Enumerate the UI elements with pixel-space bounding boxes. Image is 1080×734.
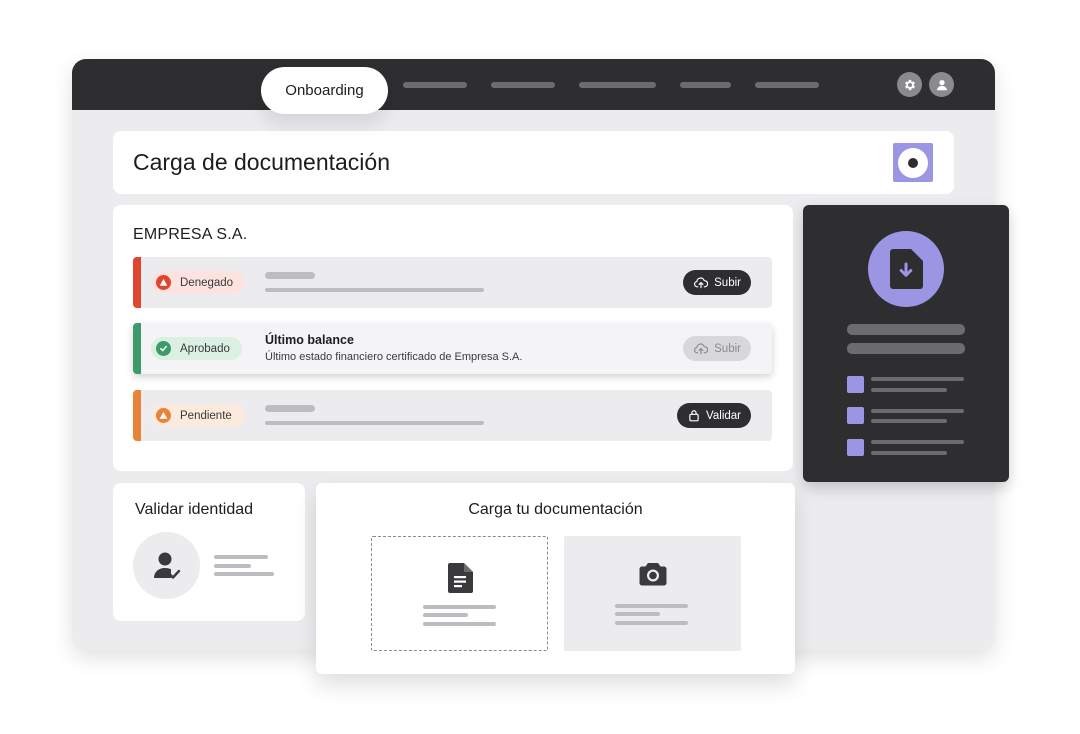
identity-text-placeholder xyxy=(214,555,268,559)
tab-onboarding-label: Onboarding xyxy=(285,82,364,99)
warning-icon xyxy=(156,408,171,423)
status-stripe xyxy=(133,390,141,441)
validate-button-label: Validar xyxy=(706,409,741,422)
checkbox[interactable] xyxy=(847,439,864,456)
title-placeholder xyxy=(265,272,315,279)
identity-text-placeholder xyxy=(214,564,251,568)
description-placeholder xyxy=(265,288,484,292)
upload-cloud-icon xyxy=(694,276,709,288)
status-stripe xyxy=(133,257,141,308)
list-item-line xyxy=(871,451,947,455)
page-title: Carga de documentación xyxy=(133,149,390,175)
checkbox[interactable] xyxy=(847,407,864,424)
nav-item-placeholder[interactable] xyxy=(680,82,731,88)
top-nav-bar xyxy=(72,59,995,110)
document-icon xyxy=(447,563,473,593)
document-title: Último balance xyxy=(265,333,354,347)
brand-logo xyxy=(893,143,933,182)
upload-button-label: Subir xyxy=(714,276,741,289)
upload-button[interactable]: Subir xyxy=(683,270,751,295)
nav-item-placeholder[interactable] xyxy=(403,82,467,88)
nav-item-placeholder[interactable] xyxy=(491,82,555,88)
user-icon[interactable] xyxy=(929,72,954,97)
list-item-line xyxy=(871,419,947,423)
document-row: Aprobado Último balance Último estado fi… xyxy=(133,323,772,374)
document-row: Denegado Subir xyxy=(133,257,772,308)
status-badge: Aprobado xyxy=(151,337,242,360)
warning-icon xyxy=(156,275,171,290)
upload-card: Carga tu documentación xyxy=(316,483,795,674)
check-icon xyxy=(156,341,171,356)
list-item-line xyxy=(871,388,947,392)
validate-button[interactable]: Validar xyxy=(677,403,751,428)
nav-item-placeholder[interactable] xyxy=(579,82,656,88)
checkbox[interactable] xyxy=(847,376,864,393)
camera-capture-zone[interactable] xyxy=(564,536,741,651)
drop-text-placeholder xyxy=(423,605,496,609)
capture-text-placeholder xyxy=(615,621,688,625)
drop-text-placeholder xyxy=(423,622,496,626)
status-label: Denegado xyxy=(180,276,234,289)
status-label: Aprobado xyxy=(180,342,230,355)
status-badge: Denegado xyxy=(151,271,246,294)
file-download-icon[interactable] xyxy=(868,231,944,307)
company-name: EMPRESA S.A. xyxy=(133,226,248,243)
panel-text-placeholder xyxy=(847,324,965,335)
verified-user-icon[interactable] xyxy=(133,532,200,599)
identity-text-placeholder xyxy=(214,572,274,576)
description-placeholder xyxy=(265,421,484,425)
document-description: Último estado financiero certificado de … xyxy=(265,351,523,363)
identity-card: Validar identidad xyxy=(113,483,305,621)
nav-item-placeholder[interactable] xyxy=(755,82,819,88)
documents-card: EMPRESA S.A. Denegado Subir Aprobado Últ… xyxy=(113,205,793,471)
status-stripe xyxy=(133,323,141,374)
status-label: Pendiente xyxy=(180,409,232,422)
file-drop-zone[interactable] xyxy=(371,536,548,651)
upload-button[interactable]: Subir xyxy=(683,336,751,361)
download-panel xyxy=(803,205,1009,482)
panel-text-placeholder xyxy=(847,343,965,354)
page-header: Carga de documentación xyxy=(113,131,954,194)
camera-icon xyxy=(639,563,666,586)
lock-icon xyxy=(689,410,699,422)
list-item-line xyxy=(871,440,964,444)
gear-icon[interactable] xyxy=(897,72,922,97)
drop-text-placeholder xyxy=(423,613,468,617)
list-item-line xyxy=(871,409,964,413)
upload-cloud-icon xyxy=(694,342,709,354)
identity-title: Validar identidad xyxy=(135,501,254,518)
status-badge: Pendiente xyxy=(151,404,244,427)
upload-button-label: Subir xyxy=(714,342,741,355)
tab-onboarding[interactable]: Onboarding xyxy=(261,67,388,114)
capture-text-placeholder xyxy=(615,604,688,608)
document-row: Pendiente Validar xyxy=(133,390,772,441)
title-placeholder xyxy=(265,405,315,412)
list-item-line xyxy=(871,377,964,381)
capture-text-placeholder xyxy=(615,612,660,616)
upload-title: Carga tu documentación xyxy=(468,501,643,518)
